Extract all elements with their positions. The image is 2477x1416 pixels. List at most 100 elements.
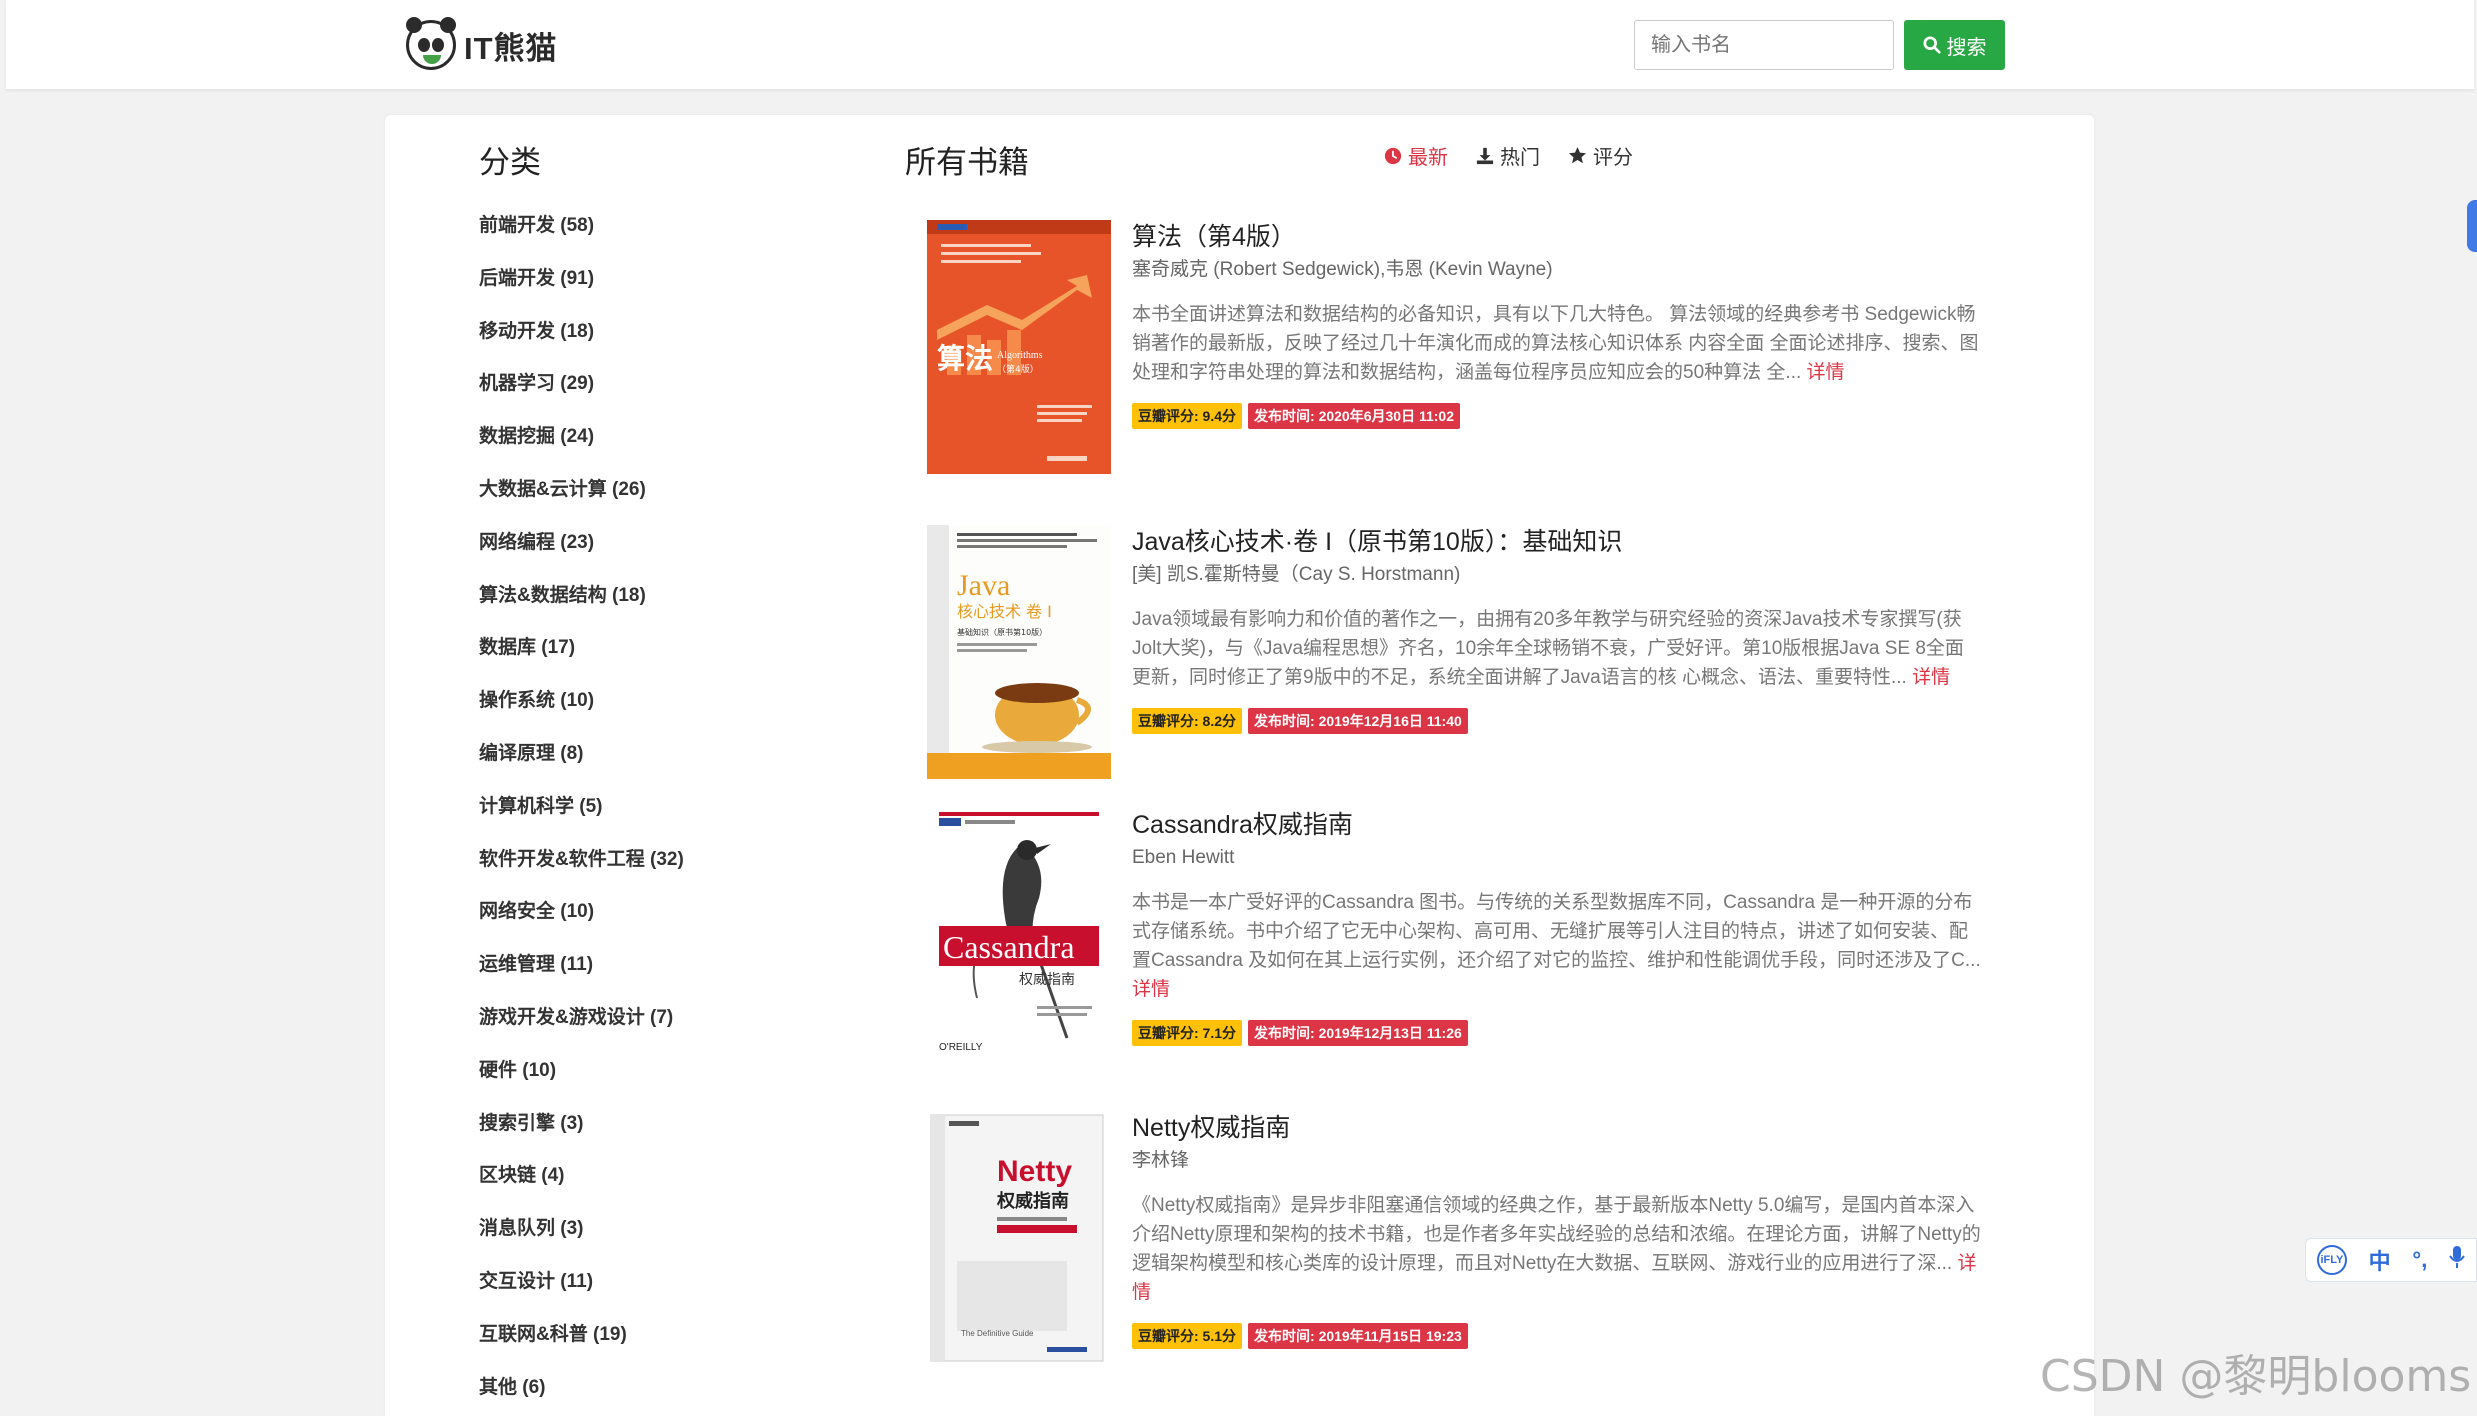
category-item[interactable]: 大数据&云计算 (26) bbox=[479, 474, 684, 527]
category-item[interactable]: 计算机科学 (5) bbox=[479, 791, 684, 844]
detail-link[interactable]: 详情 bbox=[1807, 362, 1845, 383]
cover-edition: （第4版） bbox=[997, 363, 1039, 375]
site-logo[interactable]: IT熊猫 bbox=[406, 17, 558, 72]
ime-language-toggle[interactable]: 中 bbox=[2369, 1244, 2391, 1276]
book-item: 算法 Algorithms （第4版） 算法（第4版） 塞奇威克 (Robert… bbox=[927, 220, 1987, 480]
publish-date-badge: 发布时间: 2019年11月15日 19:23 bbox=[1248, 1323, 1468, 1349]
clock-icon bbox=[1384, 147, 1402, 164]
ime-toolbar: iFLY 中 °, bbox=[2305, 1238, 2477, 1282]
book-author: [美] 凯S.霍斯特曼（Cay S. Horstmann) bbox=[1132, 564, 1461, 585]
rating-badge: 豆瓣评分: 8.2分 bbox=[1132, 708, 1243, 734]
cover-edition: 基础知识（原书第10版） bbox=[957, 627, 1047, 637]
sidebar-title: 分类 bbox=[479, 145, 541, 180]
ifly-logo-icon[interactable]: iFLY bbox=[2316, 1245, 2347, 1275]
rating-badge: 豆瓣评分: 7.1分 bbox=[1132, 1020, 1243, 1046]
book-title[interactable]: Java核心技术·卷 I（原书第10版）：基础知识 bbox=[1132, 525, 1987, 559]
book-badges: 豆瓣评分: 8.2分 发布时间: 2019年12月16日 11:40 bbox=[1132, 708, 1987, 734]
category-item[interactable]: 数据挖掘 (24) bbox=[479, 421, 684, 474]
book-cover-image[interactable]: 算法 Algorithms （第4版） bbox=[927, 220, 1111, 474]
rating-badge: 豆瓣评分: 5.1分 bbox=[1132, 1323, 1243, 1349]
search-icon bbox=[1922, 36, 1941, 54]
cover-title: 算法 bbox=[937, 342, 993, 375]
category-item[interactable]: 网络编程 (23) bbox=[479, 527, 684, 580]
cover-title: Java bbox=[957, 569, 1010, 602]
book-badges: 豆瓣评分: 5.1分 发布时间: 2019年11月15日 19:23 bbox=[1132, 1323, 1987, 1349]
book-item: Netty 权威指南 The Definitive Guide Netty权威指… bbox=[927, 1111, 1987, 1371]
panda-logo-icon bbox=[406, 17, 456, 70]
category-item[interactable]: 搜索引擎 (3) bbox=[479, 1108, 684, 1161]
logo-text: IT熊猫 bbox=[464, 30, 558, 66]
sort-tabs: 最新 热门 评分 bbox=[1384, 141, 1661, 170]
book-info: Java核心技术·卷 I（原书第10版）：基础知识 [美] 凯S.霍斯特曼（Ca… bbox=[1132, 525, 1987, 734]
sort-tab-latest[interactable]: 最新 bbox=[1384, 141, 1448, 170]
book-badges: 豆瓣评分: 9.4分 发布时间: 2020年6月30日 11:02 bbox=[1132, 403, 1987, 429]
book-item: Java 核心技术 卷 I 基础知识（原书第10版） Java核心技术·卷 I（… bbox=[927, 525, 1987, 785]
content-container: 分类 前端开发 (58) 后端开发 (91) 移动开发 (18) 机器学习 (29) 数… bbox=[385, 115, 2094, 1416]
category-item[interactable]: 操作系统 (10) bbox=[479, 685, 684, 738]
book-author: Eben Hewitt bbox=[1132, 847, 1235, 868]
category-item[interactable]: 前端开发 (58) bbox=[479, 210, 684, 263]
search-button[interactable]: 搜索 bbox=[1904, 20, 2005, 70]
star-icon bbox=[1568, 146, 1587, 164]
sort-tab-label: 最新 bbox=[1408, 147, 1448, 169]
cover-title: Netty bbox=[997, 1155, 1072, 1188]
category-item[interactable]: 运维管理 (11) bbox=[479, 949, 684, 1002]
book-title[interactable]: 算法（第4版） bbox=[1132, 220, 1987, 254]
sort-tab-hot[interactable]: 热门 bbox=[1476, 141, 1540, 170]
category-item[interactable]: 数据库 (17) bbox=[479, 632, 684, 685]
publish-date-badge: 发布时间: 2019年12月16日 11:40 bbox=[1248, 708, 1468, 734]
category-item[interactable]: 区块链 (4) bbox=[479, 1160, 684, 1213]
book-description: Java领域最有影响力和价值的著作之一，由拥有20多年教学与研究经验的资深Jav… bbox=[1132, 609, 1964, 688]
cover-subtitle: 权威指南 bbox=[1019, 972, 1075, 988]
book-author: 李林锋 bbox=[1132, 1150, 1190, 1171]
sort-tab-label: 热门 bbox=[1500, 147, 1540, 169]
category-item[interactable]: 后端开发 (91) bbox=[479, 263, 684, 316]
cover-title: Cassandra bbox=[943, 929, 1075, 965]
book-info: Cassandra权威指南 Eben Hewitt 本书是一本广受好评的Cass… bbox=[1132, 808, 1987, 1046]
book-info: Netty权威指南 李林锋 《Netty权威指南》是异步非阻塞通信领域的经典之作… bbox=[1132, 1111, 1987, 1349]
book-info: 算法（第4版） 塞奇威克 (Robert Sedgewick),韦恩 (Kevi… bbox=[1132, 220, 1987, 429]
category-item[interactable]: 软件开发&软件工程 (32) bbox=[479, 844, 684, 897]
cover-edition: The Definitive Guide bbox=[961, 1329, 1034, 1338]
cover-publisher: O'REILLY bbox=[939, 1042, 983, 1053]
rating-badge: 豆瓣评分: 9.4分 bbox=[1132, 403, 1243, 429]
book-description: 本书全面讲述算法和数据结构的必备知识，具有以下几大特色。 算法领域的经典参考书 … bbox=[1132, 304, 1979, 383]
category-item[interactable]: 网络安全 (10) bbox=[479, 896, 684, 949]
category-item[interactable]: 游戏开发&游戏设计 (7) bbox=[479, 1002, 684, 1055]
category-item[interactable]: 编译原理 (8) bbox=[479, 738, 684, 791]
watermark: CSDN @黎明blooms bbox=[2040, 1351, 2472, 1402]
cover-subtitle: 核心技术 卷 I bbox=[957, 602, 1052, 621]
download-icon bbox=[1476, 147, 1494, 164]
book-description: 《Netty权威指南》是异步非阻塞通信领域的经典之作，基于最新版本Netty 5… bbox=[1132, 1195, 1981, 1303]
book-cover-image[interactable]: Cassandra 权威指南 O'REILLY bbox=[927, 808, 1111, 1062]
page-title: 所有书籍 bbox=[905, 145, 1029, 180]
floating-side-tab[interactable] bbox=[2467, 200, 2477, 252]
search-input[interactable] bbox=[1634, 20, 1894, 70]
book-description: 本书是一本广受好评的Cassandra 图书。与传统的关系型数据库不同，Cass… bbox=[1132, 892, 1981, 1000]
category-item[interactable]: 移动开发 (18) bbox=[479, 316, 684, 369]
book-title[interactable]: Cassandra权威指南 bbox=[1132, 808, 1987, 842]
cover-subtitle: 权威指南 bbox=[996, 1190, 1069, 1212]
book-cover-image[interactable]: Java 核心技术 卷 I 基础知识（原书第10版） bbox=[927, 525, 1111, 779]
category-item[interactable]: 其他 (6) bbox=[479, 1372, 684, 1416]
category-item[interactable]: 机器学习 (29) bbox=[479, 368, 684, 421]
category-list: 前端开发 (58) 后端开发 (91) 移动开发 (18) 机器学习 (29) 数据挖掘… bbox=[479, 210, 684, 1416]
book-cover-image[interactable]: Netty 权威指南 The Definitive Guide bbox=[927, 1111, 1111, 1365]
category-item[interactable]: 算法&数据结构 (18) bbox=[479, 580, 684, 633]
detail-link[interactable]: 详情 bbox=[1132, 979, 1170, 1000]
category-item[interactable]: 交互设计 (11) bbox=[479, 1266, 684, 1319]
category-item[interactable]: 硬件 (10) bbox=[479, 1055, 684, 1108]
book-badges: 豆瓣评分: 7.1分 发布时间: 2019年12月13日 11:26 bbox=[1132, 1020, 1987, 1046]
detail-link[interactable]: 详情 bbox=[1912, 667, 1950, 688]
publish-date-badge: 发布时间: 2019年12月13日 11:26 bbox=[1248, 1020, 1468, 1046]
book-item: Cassandra 权威指南 O'REILLY Cassandra权威指南 Eb… bbox=[927, 808, 1987, 1068]
sort-tab-label: 评分 bbox=[1593, 147, 1633, 169]
category-item[interactable]: 消息队列 (3) bbox=[479, 1213, 684, 1266]
category-item[interactable]: 互联网&科普 (19) bbox=[479, 1319, 684, 1372]
cover-subtitle: Algorithms bbox=[997, 350, 1043, 361]
microphone-icon[interactable] bbox=[2449, 1246, 2465, 1274]
top-navbar: IT熊猫 搜索 bbox=[6, 0, 2474, 90]
punctuation-icon[interactable]: °, bbox=[2412, 1247, 2427, 1273]
sort-tab-rating[interactable]: 评分 bbox=[1568, 141, 1633, 170]
book-title[interactable]: Netty权威指南 bbox=[1132, 1111, 1987, 1145]
